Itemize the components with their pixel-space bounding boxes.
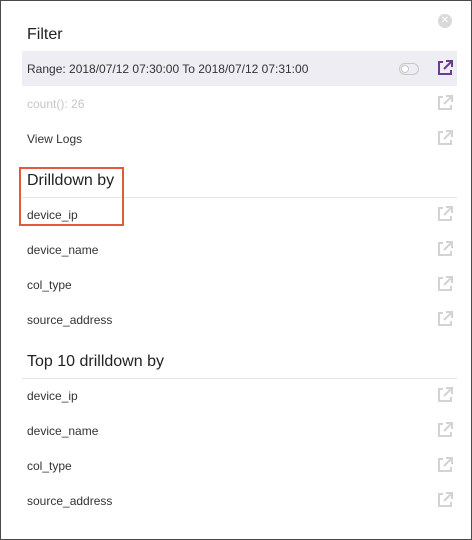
external-link-icon[interactable] — [437, 241, 453, 257]
drilldown-item[interactable]: col_type — [22, 267, 457, 302]
top10-item-label: source_address — [27, 493, 113, 508]
top10-item[interactable]: device_ip — [22, 378, 457, 413]
range-row[interactable]: Range: 2018/07/12 07:30:00 To 2018/07/12… — [22, 51, 457, 86]
top10-item-label: col_type — [27, 458, 72, 473]
drilldown-item[interactable]: source_address — [22, 302, 457, 337]
top10-item[interactable]: device_name — [22, 413, 457, 448]
top10-item-label: device_name — [27, 423, 99, 438]
view-logs-row[interactable]: View Logs — [22, 121, 457, 156]
external-link-icon[interactable] — [437, 130, 453, 146]
count-row: count(): 26 — [22, 86, 457, 121]
external-link-icon[interactable] — [437, 422, 453, 438]
count-label: count(): 26 — [27, 96, 85, 111]
external-link-icon[interactable] — [437, 60, 453, 76]
drilldown-item-label: source_address — [27, 312, 113, 327]
top10-item-label: device_ip — [27, 388, 78, 403]
external-link-icon[interactable] — [437, 276, 453, 292]
toggle-icon[interactable] — [399, 63, 419, 75]
drilldown-item-label: device_name — [27, 242, 99, 257]
drilldown-item-label: col_type — [27, 277, 72, 292]
range-label: Range: 2018/07/12 07:30:00 To 2018/07/12… — [27, 61, 309, 76]
external-link-icon — [437, 95, 453, 111]
view-logs-label: View Logs — [27, 131, 83, 146]
top10-item[interactable]: col_type — [22, 448, 457, 483]
external-link-icon[interactable] — [437, 387, 453, 403]
close-icon[interactable]: ✕ — [438, 14, 452, 28]
external-link-icon[interactable] — [437, 457, 453, 473]
top10-heading: Top 10 drilldown by — [27, 353, 164, 370]
highlight-box — [19, 167, 124, 226]
external-link-icon[interactable] — [437, 492, 453, 508]
top10-item[interactable]: source_address — [22, 483, 457, 518]
external-link-icon[interactable] — [437, 206, 453, 222]
drilldown-item[interactable]: device_name — [22, 232, 457, 267]
filter-panel: ✕ Filter Range: 2018/07/12 07:30:00 To 2… — [0, 0, 472, 540]
external-link-icon[interactable] — [437, 311, 453, 327]
filter-heading: Filter — [27, 26, 63, 43]
